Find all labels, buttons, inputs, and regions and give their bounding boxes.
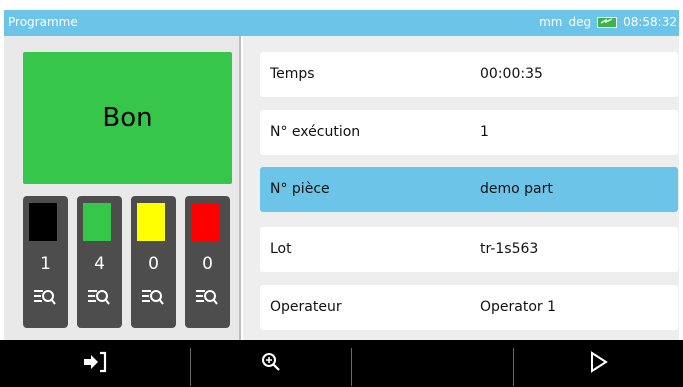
counter-green: 4	[77, 196, 122, 328]
counter-black: 1	[23, 196, 68, 328]
battery-charging-icon	[597, 16, 618, 28]
title-bar: Programme mm deg 08:58:32	[4, 10, 679, 36]
window-title: Programme	[8, 15, 78, 29]
counter-swatch	[191, 203, 219, 241]
info-row-temps[interactable]: Temps 00:00:35	[260, 52, 678, 97]
row-value: tr-1s563	[480, 241, 539, 257]
empty-toolbar-slot	[352, 340, 513, 387]
counter-swatch	[83, 203, 111, 241]
exit-icon	[82, 351, 108, 377]
app-window: Programme mm deg 08:58:32 Bon 1 4 0 0 Te…	[0, 0, 683, 387]
info-row-execution[interactable]: N° exécution 1	[260, 110, 678, 155]
counter-yellow: 0	[131, 196, 176, 328]
counter-value: 0	[202, 254, 213, 274]
row-label: Operateur	[270, 299, 342, 315]
status-area: mm deg 08:58:32	[539, 15, 677, 29]
exit-button[interactable]	[0, 340, 190, 387]
unit-angle: deg	[568, 15, 592, 29]
counter-value: 0	[148, 254, 159, 274]
counter-swatch	[29, 203, 57, 241]
row-value: demo part	[480, 181, 553, 197]
zoom-in-button[interactable]	[191, 340, 351, 387]
row-label: N° pièce	[270, 181, 330, 197]
info-row-lot[interactable]: Lot tr-1s563	[260, 227, 678, 272]
zoom-list-icon[interactable]	[195, 286, 219, 312]
verdict-label: Bon	[102, 103, 153, 133]
unit-length: mm	[539, 15, 563, 29]
counter-red: 0	[185, 196, 230, 328]
verdict-indicator: Bon	[23, 52, 232, 184]
row-label: Temps	[270, 66, 315, 82]
info-row-operateur[interactable]: Operateur Operator 1	[260, 285, 678, 330]
clock: 08:58:32	[623, 15, 677, 29]
run-button[interactable]	[514, 340, 683, 387]
row-value: 00:00:35	[480, 66, 543, 82]
play-icon	[589, 350, 609, 377]
zoom-list-icon[interactable]	[141, 286, 165, 312]
counter-swatch	[137, 203, 165, 241]
row-label: N° exécution	[270, 124, 361, 140]
result-panel: Bon 1 4 0 0	[4, 36, 241, 340]
zoom-list-icon[interactable]	[87, 286, 111, 312]
row-value: Operator 1	[480, 299, 557, 315]
zoom-in-icon	[261, 352, 281, 376]
bottom-toolbar	[0, 340, 683, 387]
info-row-piece[interactable]: N° pièce demo part	[260, 167, 678, 212]
row-label: Lot	[270, 241, 292, 257]
zoom-list-icon[interactable]	[33, 286, 57, 312]
counter-value: 4	[94, 254, 105, 274]
counter-value: 1	[40, 254, 51, 274]
row-value: 1	[480, 124, 489, 140]
info-panel: Temps 00:00:35 N° exécution 1 N° pièce d…	[243, 36, 679, 340]
